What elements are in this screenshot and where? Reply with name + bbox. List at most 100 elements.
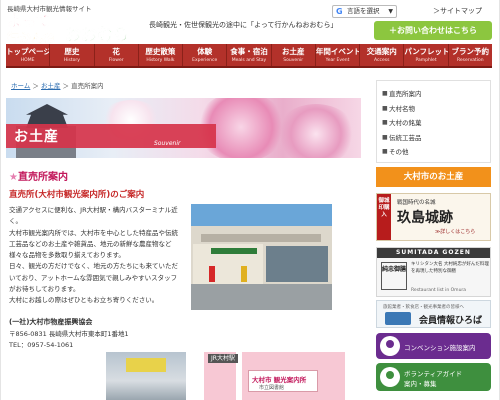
member-banner-title: 会員情報ひろば xyxy=(419,316,483,326)
goshuin-banner[interactable]: 御城印購入 戦国時代の名城 玖島城跡 ≫詳しくはこちら xyxy=(376,193,491,241)
breadcrumb: ホーム ＞ お土産 ＞ 直売所案内 xyxy=(11,80,104,90)
goshuin-banner-caption: 戦国時代の名城 xyxy=(397,200,436,206)
nav-item-sublabel: Experience xyxy=(192,58,218,63)
site-logo[interactable]: よって 行かんね おおむら xyxy=(5,10,135,44)
sidebar-item-others[interactable]: ■ その他 xyxy=(377,145,490,160)
sidebar-item-label: その他 xyxy=(389,148,409,156)
org-tel: TEL：0957-54-1061 xyxy=(9,341,74,349)
shop-interior-photo xyxy=(106,352,186,400)
description-line: 交通アクセスに便利な、JR大村駅・構内バスターミナル近く。 xyxy=(9,206,178,226)
language-select[interactable]: G 言語を選択 ▼ xyxy=(332,5,397,18)
volunteer-guide-banner[interactable]: ボランティアガイド 案内・募集 xyxy=(376,363,491,391)
nav-item-label: 歴史散策 xyxy=(145,47,176,56)
google-icon: G xyxy=(336,7,343,16)
member-info-banner[interactable]: 旅館業者・飲食店・観光事業者の皆様へ 会員情報ひろば xyxy=(376,300,491,328)
sitemap-link[interactable]: ＞サイトマップ xyxy=(433,6,482,16)
nav-item-pamphlet[interactable]: パンフレット Pamphlet xyxy=(404,44,449,66)
shop-description: 交通アクセスに便利な、JR大村駅・構内バスターミナル近く。 大村市観光案内所では… xyxy=(9,205,187,307)
sidebar-item-label: 大村の銘菓 xyxy=(389,119,422,127)
nav-item-experience[interactable]: 体験 Experience xyxy=(183,44,228,66)
sidebar-item-label: 直売所案内 xyxy=(389,90,422,98)
contact-button[interactable]: ＋お問い合わせはこちら xyxy=(374,21,492,40)
nav-item-label: 花 xyxy=(112,47,120,56)
sidebar-menu: ■ 直売所案内 ■ 大村名物 ■ 大村の銘菓 ■ 伝統工芸品 ■ その他 xyxy=(376,80,491,163)
nav-item-sublabel: Reservation xyxy=(456,58,484,63)
location-pin-icon xyxy=(380,336,400,356)
blossom-image xyxy=(276,104,356,158)
description-line: いており、アットホームな雰囲気で親しみやすいスタッフ xyxy=(9,273,178,282)
convention-facility-banner[interactable]: コンベンション施設案内 xyxy=(376,333,491,359)
language-select-label: 言語を選択 xyxy=(347,7,380,15)
hero-subtitle: Souvenir xyxy=(154,140,181,147)
sidebar-heading: 大村市のお土産 xyxy=(376,167,491,187)
description-line: 様々な品物を多数取り揃えております。 xyxy=(9,251,125,260)
org-name: (一社)大村市物産振興協会 xyxy=(9,318,93,326)
laptop-icon xyxy=(385,312,411,325)
bullet-icon: ■ xyxy=(382,148,388,155)
breadcrumb-home[interactable]: ホーム xyxy=(11,82,30,90)
nav-item-history-walk[interactable]: 歴史散策 History Walk xyxy=(139,44,184,66)
breadcrumb-separator: ＞ xyxy=(62,82,70,90)
nav-item-sublabel: HOME xyxy=(20,58,35,63)
nav-item-label: トップページ xyxy=(6,47,51,56)
sumitada-banner-caption: Restaurant list in Omura xyxy=(411,288,467,293)
nav-item-label: 体験 xyxy=(197,47,213,56)
sidebar-item-shop-guide[interactable]: ■ 直売所案内 xyxy=(377,87,490,102)
sumitada-banner-description: キリシタン大名 大村純忠が好んだ料理を再現した特別な御膳 xyxy=(411,262,489,274)
nav-item-sublabel: Flower xyxy=(108,58,124,63)
nav-item-sublabel: Year Event xyxy=(325,58,350,63)
nav-item-sublabel: History xyxy=(63,58,80,63)
nav-item-sublabel: Souvenir xyxy=(283,58,304,63)
nav-item-year-event[interactable]: 年間イベント Year Event xyxy=(315,44,361,66)
goshuin-banner-tag: 御城印購入 xyxy=(377,194,391,240)
page: 長崎県大村市観光情報サイト よって 行かんね おおむら 長崎観光・佐世保観光の途… xyxy=(0,0,500,400)
nav-item-sublabel: Access xyxy=(374,58,390,63)
nav-item-souvenir[interactable]: お土産 Souvenir xyxy=(272,44,316,66)
access-map: JR大村駅 大村市 観光案内所 市立図書館 xyxy=(204,352,345,400)
nav-item-home[interactable]: トップページ HOME xyxy=(6,44,51,66)
sidebar-item-label: 大村名物 xyxy=(389,104,415,113)
nav-item-sublabel: Pamphlet xyxy=(415,58,437,63)
nav-item-flower[interactable]: 花 Flower xyxy=(95,44,139,66)
bullet-icon: ■ xyxy=(382,90,388,97)
description-line: がお待ちしております。 xyxy=(9,285,80,294)
logo-text-line2: 行かんね xyxy=(6,30,55,44)
map-shop-label: 大村市 観光案内所 xyxy=(252,376,307,384)
sidebar-item-crafts[interactable]: ■ 伝統工芸品 xyxy=(377,131,490,146)
shop-photo xyxy=(191,204,332,310)
nav-item-label: 食事・宿泊 xyxy=(230,47,268,56)
breadcrumb-souvenir[interactable]: お土産 xyxy=(41,82,61,90)
map-station-label: JR大村駅 xyxy=(208,354,238,363)
org-address: 〒856-0831 長崎県大村市東本町1番地1 xyxy=(9,330,129,338)
nav-item-access[interactable]: 交通案内 Access xyxy=(360,44,405,66)
person-icon xyxy=(380,367,400,387)
volunteer-banner-line2: 案内・募集 xyxy=(404,380,437,388)
logo-text-line3: おおむら xyxy=(65,25,129,44)
sidebar-item-label: 伝統工芸品 xyxy=(389,133,422,142)
logo-text-line1: よって xyxy=(7,12,51,30)
nav-item-label: パンフレット xyxy=(404,47,449,56)
nav-item-label: 交通案内 xyxy=(366,47,397,56)
map-sub-label: 市立図書館 xyxy=(259,385,285,391)
nav-item-label: 年間イベント xyxy=(315,47,361,56)
nav-item-label: ブラン予約 xyxy=(451,47,490,56)
goshuin-banner-title: 玖島城跡 xyxy=(397,210,453,226)
description-line: 工芸品などのお土産や雑貨品、地元の新鮮な農産物など xyxy=(9,239,172,248)
shop-title: 直売所(大村市観光案内所)のご案内 xyxy=(9,190,145,200)
page-title: ★直売所案内 xyxy=(9,168,68,183)
nav-item-history[interactable]: 歴史 History xyxy=(50,44,95,66)
nav-item-reservation[interactable]: ブラン予約 Reservation xyxy=(449,44,492,66)
sidebar-item-sweets[interactable]: ■ 大村の銘菓 xyxy=(377,116,490,131)
volunteer-banner-line1: ボランティアガイド xyxy=(404,370,463,378)
global-nav: トップページ HOME 歴史 History 花 Flower 歴史散策 His… xyxy=(6,44,492,68)
goshuin-banner-link: ≫詳しくはこちら xyxy=(435,229,476,235)
description-line: 大村にお越しの際はぜひともお立ち寄りください。 xyxy=(9,296,159,305)
bullet-icon: ■ xyxy=(382,104,388,112)
sumitada-gozen-banner[interactable]: SUMITADA GOZEN 純忠御膳 キリシタン大名 大村純忠が好んだ料理を再… xyxy=(376,247,491,297)
bullet-icon: ■ xyxy=(382,119,388,126)
hero-title: お土産 xyxy=(14,129,59,145)
sidebar-item-specialties[interactable]: ■ 大村名物 xyxy=(377,102,490,117)
nav-item-label: 歴史 xyxy=(64,47,80,56)
nav-item-meals-stay[interactable]: 食事・宿泊 Meals and Stay xyxy=(227,44,272,66)
description-line: 日々、観光の方だけでなく、地元の方たちにも来ていただ xyxy=(9,262,178,271)
